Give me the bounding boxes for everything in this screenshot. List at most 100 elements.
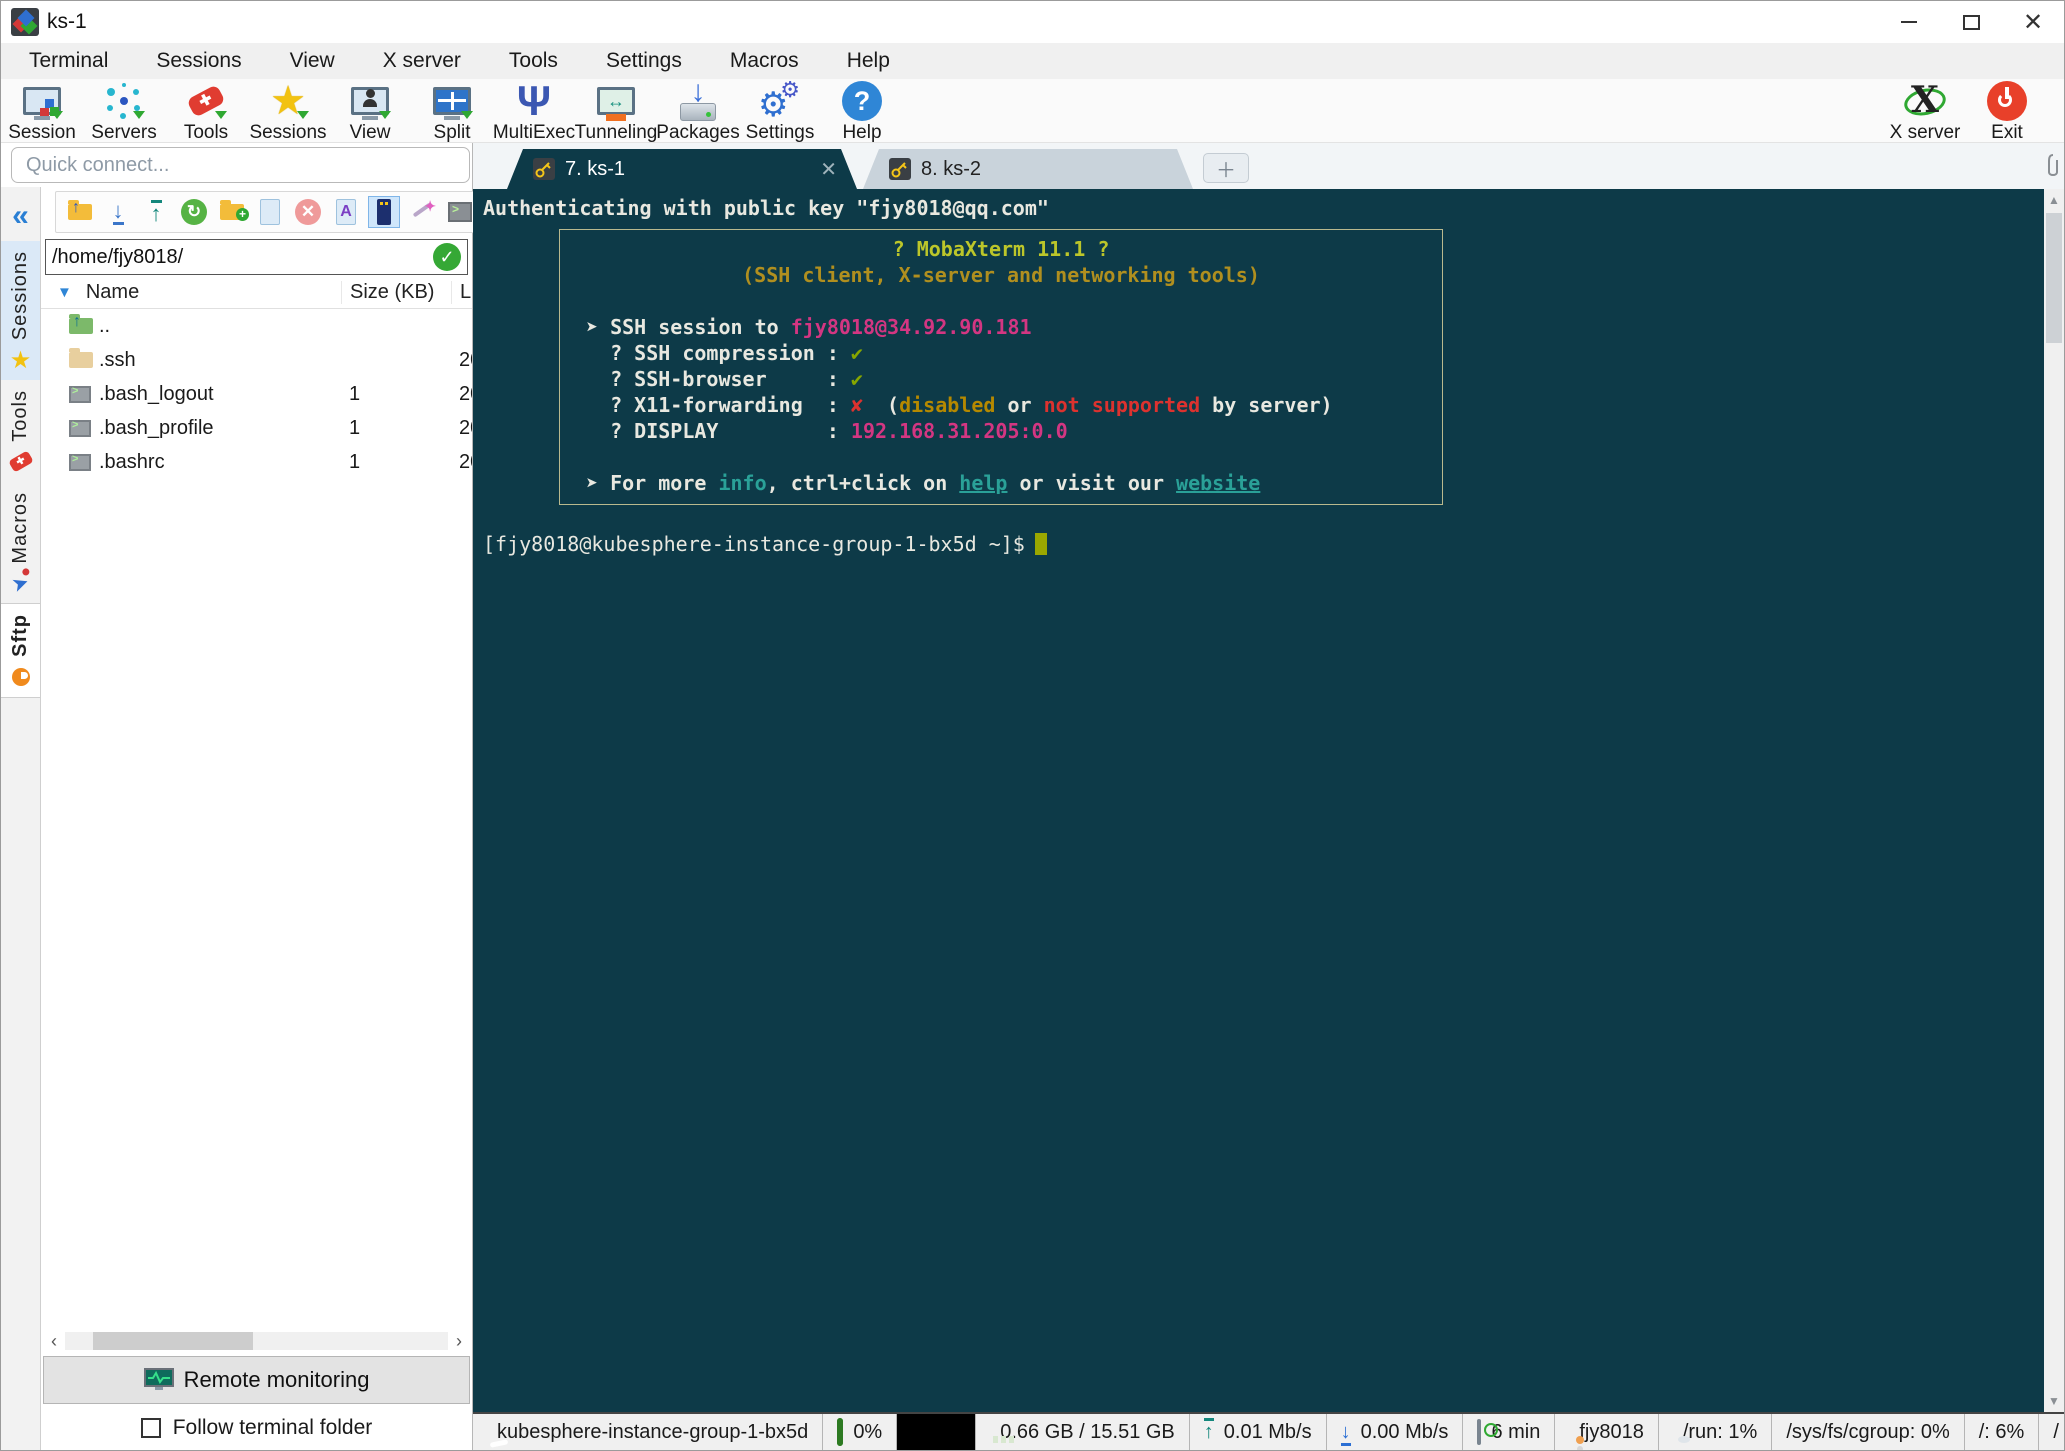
terminal-screen[interactable]: Authenticating with public key "fjy8018@…	[473, 189, 2044, 1412]
toolbar-label: View	[349, 122, 391, 143]
sidebar-tabs: « Sessions ★ Tools ✚ Macros ➤ Sftp	[1, 187, 41, 1450]
toolbar-button-x-server[interactable]: XX server	[1884, 79, 1966, 144]
app-icon	[11, 8, 39, 36]
follow-checkbox[interactable]	[140, 1418, 161, 1438]
file-row--[interactable]: ↑..	[41, 309, 472, 343]
new-tab-button[interactable]: ＋	[1203, 153, 1249, 183]
status-segment-9: /sys/fs/cgroup: 0%	[1772, 1414, 1965, 1450]
terminal-text: , ctrl+click on	[766, 471, 960, 495]
status-segment-4: ↑ 0.01 Mb/s	[1190, 1414, 1327, 1450]
menu-item-terminal[interactable]: Terminal	[5, 49, 132, 73]
scroll-right-icon[interactable]: ›	[448, 1331, 470, 1352]
menu-bar: Terminal Sessions View X server Tools Setting…	[1, 43, 2064, 79]
quick-connect-input[interactable]: Quick connect...	[11, 147, 470, 183]
terminal-text: ✘	[850, 393, 863, 417]
tab-label: 7. ks-1	[565, 157, 626, 180]
file-date: 20	[459, 450, 472, 473]
tab-close-icon[interactable]: ✕	[820, 157, 837, 182]
menu-item-tools[interactable]: Tools	[485, 49, 582, 73]
minimize-button[interactable]	[1878, 1, 1940, 43]
terminal-icon[interactable]	[444, 196, 476, 228]
menu-item-sessions[interactable]: Sessions	[132, 49, 265, 73]
terminal-tab-7-ks-1[interactable]: 7. ks-1 ✕	[507, 149, 857, 189]
xserver-icon: X	[1901, 79, 1949, 121]
terminal-text: not supported	[1043, 393, 1201, 417]
terminal-text: ✔	[850, 367, 863, 391]
menu-item-x-server[interactable]: X server	[359, 49, 485, 73]
terminal-text: (	[862, 393, 900, 417]
toolbar-button-split[interactable]: Split	[411, 79, 493, 144]
terminal-scrollbar[interactable]: ▲ ▼	[2044, 189, 2064, 1412]
sidebar-item-macros[interactable]: Macros ➤	[1, 482, 40, 604]
status-text: /run: 1%	[1682, 1420, 1758, 1443]
terminal-link[interactable]: help	[959, 471, 1007, 495]
key-icon	[533, 158, 555, 180]
toolbar-button-multiexec[interactable]: Ψ MultiExec	[493, 79, 575, 144]
toolbar-button-exit[interactable]: Exit	[1966, 79, 2048, 144]
terminal-text: ? SSH-browser :	[586, 367, 851, 391]
scroll-left-icon[interactable]: ‹	[43, 1331, 65, 1352]
new-file-icon[interactable]	[254, 196, 286, 228]
toolbar-button-view[interactable]: View	[329, 79, 411, 144]
scroll-down-icon[interactable]: ▼	[2044, 1394, 2064, 1408]
vscroll-thumb[interactable]	[2046, 213, 2062, 343]
toolbar-button-packages[interactable]: ↓ Packages	[656, 75, 739, 144]
toolbar-button-servers[interactable]: Servers	[83, 79, 165, 144]
upload-icon[interactable]: ↑	[140, 196, 172, 228]
file-row--bash-profile[interactable]: .bash_profile 1 20	[41, 411, 472, 445]
settings-icon: ⚙ ⚙	[758, 77, 800, 124]
scroll-up-icon[interactable]: ▲	[2044, 193, 2064, 207]
terminal-tab-8-ks-2[interactable]: 8. ks-2	[863, 149, 1193, 189]
toolbar-button-tools[interactable]: ✚ Tools	[165, 79, 247, 144]
collapse-sidebar-button[interactable]: «	[12, 201, 29, 231]
download-icon[interactable]: ↓	[102, 196, 134, 228]
menu-item-macros[interactable]: Macros	[706, 49, 823, 73]
sidebar-item-tools[interactable]: Tools ✚	[1, 380, 40, 482]
terminal-link[interactable]: website	[1176, 471, 1260, 495]
sftp-path-field[interactable]: /home/fjy8018/ ✓	[45, 239, 468, 275]
toolbar-button-help[interactable]: ? Help	[821, 79, 903, 144]
toolbar-label: Sessions	[249, 122, 327, 143]
paperclip-icon[interactable]	[2045, 152, 2061, 180]
sftp-horizontal-scrollbar[interactable]: ‹ ›	[43, 1328, 470, 1354]
file-row--ssh[interactable]: .ssh 20	[41, 343, 472, 377]
maximize-button[interactable]	[1940, 1, 2002, 43]
sidebar-item-sftp[interactable]: Sftp	[1, 603, 40, 699]
toolbar-label: MultiExec	[492, 122, 576, 143]
status-segment-1: 0%	[823, 1414, 898, 1450]
menu-item-settings[interactable]: Settings	[582, 49, 706, 73]
close-button[interactable]: ✕	[2002, 1, 2064, 43]
hscroll-thumb[interactable]	[93, 1332, 253, 1350]
column-date[interactable]: La	[451, 281, 472, 304]
sync-browser-icon[interactable]	[368, 196, 400, 228]
column-size[interactable]: Size (KB)	[341, 281, 451, 304]
refresh-icon[interactable]: ↻	[178, 196, 210, 228]
column-name[interactable]: ▼ Name	[41, 281, 341, 304]
file-list-header: ▼ Name Size (KB) La	[41, 277, 472, 309]
file-row--bash-logout[interactable]: .bash_logout 1 20	[41, 377, 472, 411]
rename-icon[interactable]: A	[330, 196, 362, 228]
new-folder-icon[interactable]: +	[216, 196, 249, 228]
menu-item-help[interactable]: Help	[823, 49, 914, 73]
sidebar-label: Sftp	[9, 614, 31, 658]
terminal-line: ➤ SSH session to fjy8018@34.92.90.181	[560, 314, 1442, 340]
status-segment-8: /run: 1%	[1659, 1414, 1773, 1450]
remote-monitoring-button[interactable]: Remote monitoring	[43, 1356, 470, 1404]
delete-icon[interactable]: ✕	[292, 196, 324, 228]
terminal-text: (SSH client, X-server and networking too…	[742, 263, 1260, 287]
sidebar-item-sessions[interactable]: Sessions ★	[1, 241, 40, 381]
file-row--bashrc[interactable]: .bashrc 1 20	[41, 445, 472, 479]
toolbar-button-session[interactable]: Session	[1, 79, 83, 144]
toolbar-button-settings[interactable]: ⚙ ⚙ Settings	[739, 77, 821, 144]
toolbar-label: Session	[8, 122, 76, 143]
toolbar-button-sessions[interactable]: ★ Sessions	[247, 79, 329, 144]
follow-terminal-folder[interactable]: Follow terminal folder	[41, 1406, 472, 1450]
toolbar-button-tunneling[interactable]: ↔ Tunneling	[575, 79, 657, 144]
parent-directory-icon[interactable]: ↑	[64, 196, 96, 228]
terminal-text: ➤	[586, 315, 611, 339]
session-icon	[19, 81, 65, 121]
terminal-text: or	[995, 393, 1044, 417]
menu-item-view[interactable]: View	[266, 49, 359, 73]
wand-icon[interactable]: ✦	[406, 196, 438, 228]
